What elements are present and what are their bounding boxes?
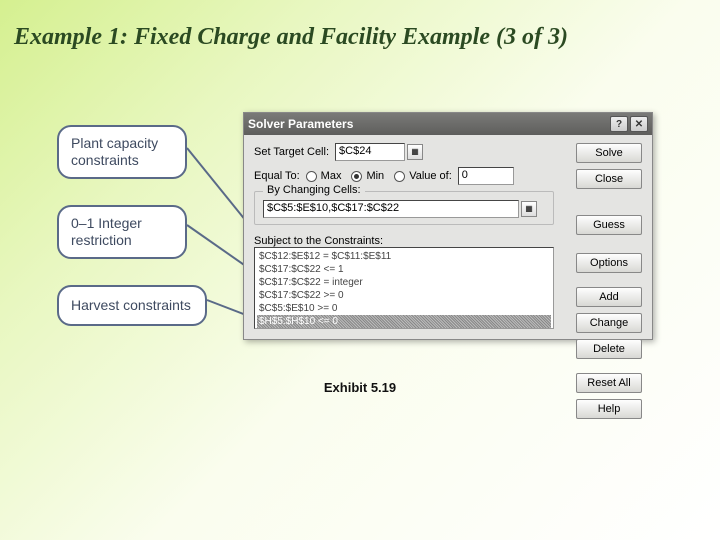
list-item[interactable]: $C$17:$C$22 <= 1 (257, 263, 551, 276)
radio-valueof-label: Value of: (409, 170, 452, 182)
add-button[interactable]: Add (576, 287, 642, 307)
constraints-listbox[interactable]: $C$12:$E$12 = $C$11:$E$11 $C$17:$C$22 <=… (254, 247, 554, 329)
dialog-title: Solver Parameters (248, 117, 353, 131)
dialog-titlebar[interactable]: Solver Parameters ? ✕ (244, 113, 652, 135)
radio-min[interactable] (351, 171, 362, 182)
list-item[interactable]: $H$5:$H$10 <= 0 (257, 315, 551, 328)
list-item[interactable]: $C$17:$C$22 = integer (257, 276, 551, 289)
close-button[interactable]: Close (576, 169, 642, 189)
delete-button[interactable]: Delete (576, 339, 642, 359)
changing-cells-label: By Changing Cells: (263, 184, 365, 196)
target-cell-label: Set Target Cell: (254, 146, 329, 158)
list-item[interactable]: $C$17:$C$22 >= 0 (257, 289, 551, 302)
page-title: Example 1: Fixed Charge and Facility Exa… (14, 24, 568, 51)
radio-min-label: Min (366, 170, 384, 182)
callout-integer-restriction: 0–1 Integer restriction (57, 205, 187, 259)
options-button[interactable]: Options (576, 253, 642, 273)
valueof-input[interactable]: 0 (458, 167, 514, 185)
constraints-label: Subject to the Constraints: (254, 235, 383, 247)
callout-harvest-constraints: Harvest constraints (57, 285, 207, 326)
solve-button[interactable]: Solve (576, 143, 642, 163)
range-picker-icon[interactable]: ▦ (521, 201, 537, 217)
help-icon[interactable]: ? (610, 116, 628, 132)
close-icon[interactable]: ✕ (630, 116, 648, 132)
radio-valueof[interactable] (394, 171, 405, 182)
range-picker-icon[interactable]: ▦ (407, 144, 423, 160)
change-button[interactable]: Change (576, 313, 642, 333)
radio-max-label: Max (321, 170, 342, 182)
exhibit-caption: Exhibit 5.19 (0, 380, 720, 395)
callout-plant-capacity: Plant capacity constraints (57, 125, 187, 179)
guess-button[interactable]: Guess (576, 215, 642, 235)
changing-cells-input[interactable]: $C$5:$E$10,$C$17:$C$22 (263, 200, 519, 218)
target-cell-input[interactable]: $C$24 (335, 143, 405, 161)
list-item[interactable]: $C$5:$E$10 >= 0 (257, 302, 551, 315)
radio-max[interactable] (306, 171, 317, 182)
list-item[interactable]: $C$12:$E$12 = $C$11:$E$11 (257, 250, 551, 263)
equal-to-label: Equal To: (254, 170, 300, 182)
help-button[interactable]: Help (576, 399, 642, 419)
solver-parameters-dialog: Solver Parameters ? ✕ Solve Close Guess … (243, 112, 653, 340)
